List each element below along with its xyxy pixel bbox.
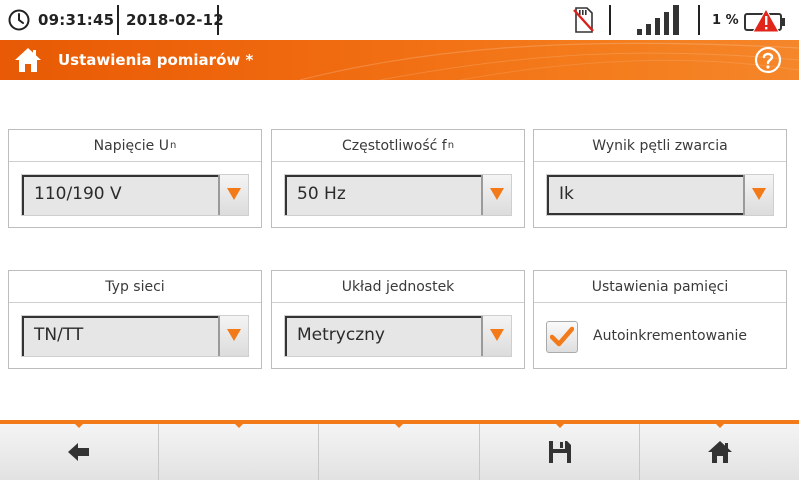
save-icon	[548, 441, 571, 463]
toolbar-button-empty[interactable]	[319, 423, 480, 480]
title-subscript: n	[447, 140, 455, 151]
home-icon	[707, 441, 732, 463]
loop-result-panel: Wynik pętli zwarcia Ik	[533, 129, 787, 228]
back-arrow-icon	[68, 443, 89, 461]
select-value: Metryczny	[297, 325, 385, 345]
network-type-select[interactable]: TN/TT	[21, 315, 249, 357]
clock-date: 2018-02-12	[126, 11, 224, 29]
panel-title: Wynik pętli zwarcia	[534, 130, 786, 162]
dropdown-arrow-icon	[752, 188, 766, 200]
select-value: TN/TT	[34, 325, 84, 345]
voltage-select[interactable]: 110/190 V	[21, 174, 249, 216]
clock-icon	[8, 9, 30, 31]
panel-title: Układ jednostek	[272, 271, 524, 303]
dropdown-arrow-icon	[227, 188, 241, 200]
dropdown-button[interactable]	[481, 316, 511, 356]
save-button[interactable]	[480, 423, 640, 480]
dropdown-button[interactable]	[218, 175, 248, 215]
select-value: Ik	[559, 184, 574, 204]
units-panel: Układ jednostek Metryczny	[271, 270, 525, 369]
select-value: 110/190 V	[34, 184, 122, 204]
frequency-panel: Częstotliwość fn 50 Hz	[271, 129, 525, 228]
home-icon[interactable]	[14, 47, 42, 73]
status-bar: 09:31:45 2018-02-12 1 %	[0, 0, 799, 40]
dropdown-arrow-icon	[490, 188, 504, 200]
page-title: Ustawienia pomiarów *	[58, 51, 254, 69]
select-value: 50 Hz	[297, 184, 346, 204]
voltage-panel: Napięcie Un 110/190 V	[8, 129, 262, 228]
clock-time: 09:31:45	[38, 11, 115, 29]
toolbar-button-empty[interactable]	[159, 423, 319, 480]
sd-card-crossed-icon	[573, 7, 594, 33]
panel-title: Częstotliwość fn	[272, 130, 524, 162]
loop-result-select[interactable]: Ik	[546, 174, 774, 216]
dropdown-button[interactable]	[218, 316, 248, 356]
frequency-select[interactable]: 50 Hz	[284, 174, 512, 216]
battery-percent: 1 %	[712, 13, 739, 28]
home-button[interactable]	[640, 423, 799, 480]
checkbox-label[interactable]: Autoinkrementowanie	[593, 328, 747, 344]
title-subscript: n	[170, 140, 177, 151]
dropdown-arrow-icon	[227, 329, 241, 341]
status-divider	[698, 5, 700, 35]
autoincrement-checkbox[interactable]	[546, 321, 578, 353]
dropdown-button[interactable]	[743, 175, 773, 215]
dropdown-button[interactable]	[481, 175, 511, 215]
page-header: Ustawienia pomiarów *	[0, 40, 799, 80]
memory-panel: Ustawienia pamięci Autoinkrementowanie	[533, 270, 787, 369]
signal-strength-icon	[637, 5, 679, 35]
status-divider	[217, 5, 219, 35]
help-icon[interactable]	[754, 46, 782, 74]
checkmark-icon	[550, 326, 574, 347]
panel-title: Ustawienia pamięci	[534, 271, 786, 303]
network-type-panel: Typ sieci TN/TT	[8, 270, 262, 369]
battery-warning-icon	[744, 8, 785, 33]
units-select[interactable]: Metryczny	[284, 315, 512, 357]
back-button[interactable]	[0, 423, 159, 480]
panel-title: Typ sieci	[9, 271, 261, 303]
status-divider	[117, 5, 119, 35]
dropdown-arrow-icon	[490, 329, 504, 341]
bottom-toolbar	[0, 420, 799, 480]
panel-title: Napięcie Un	[9, 130, 261, 162]
status-divider	[609, 5, 611, 35]
